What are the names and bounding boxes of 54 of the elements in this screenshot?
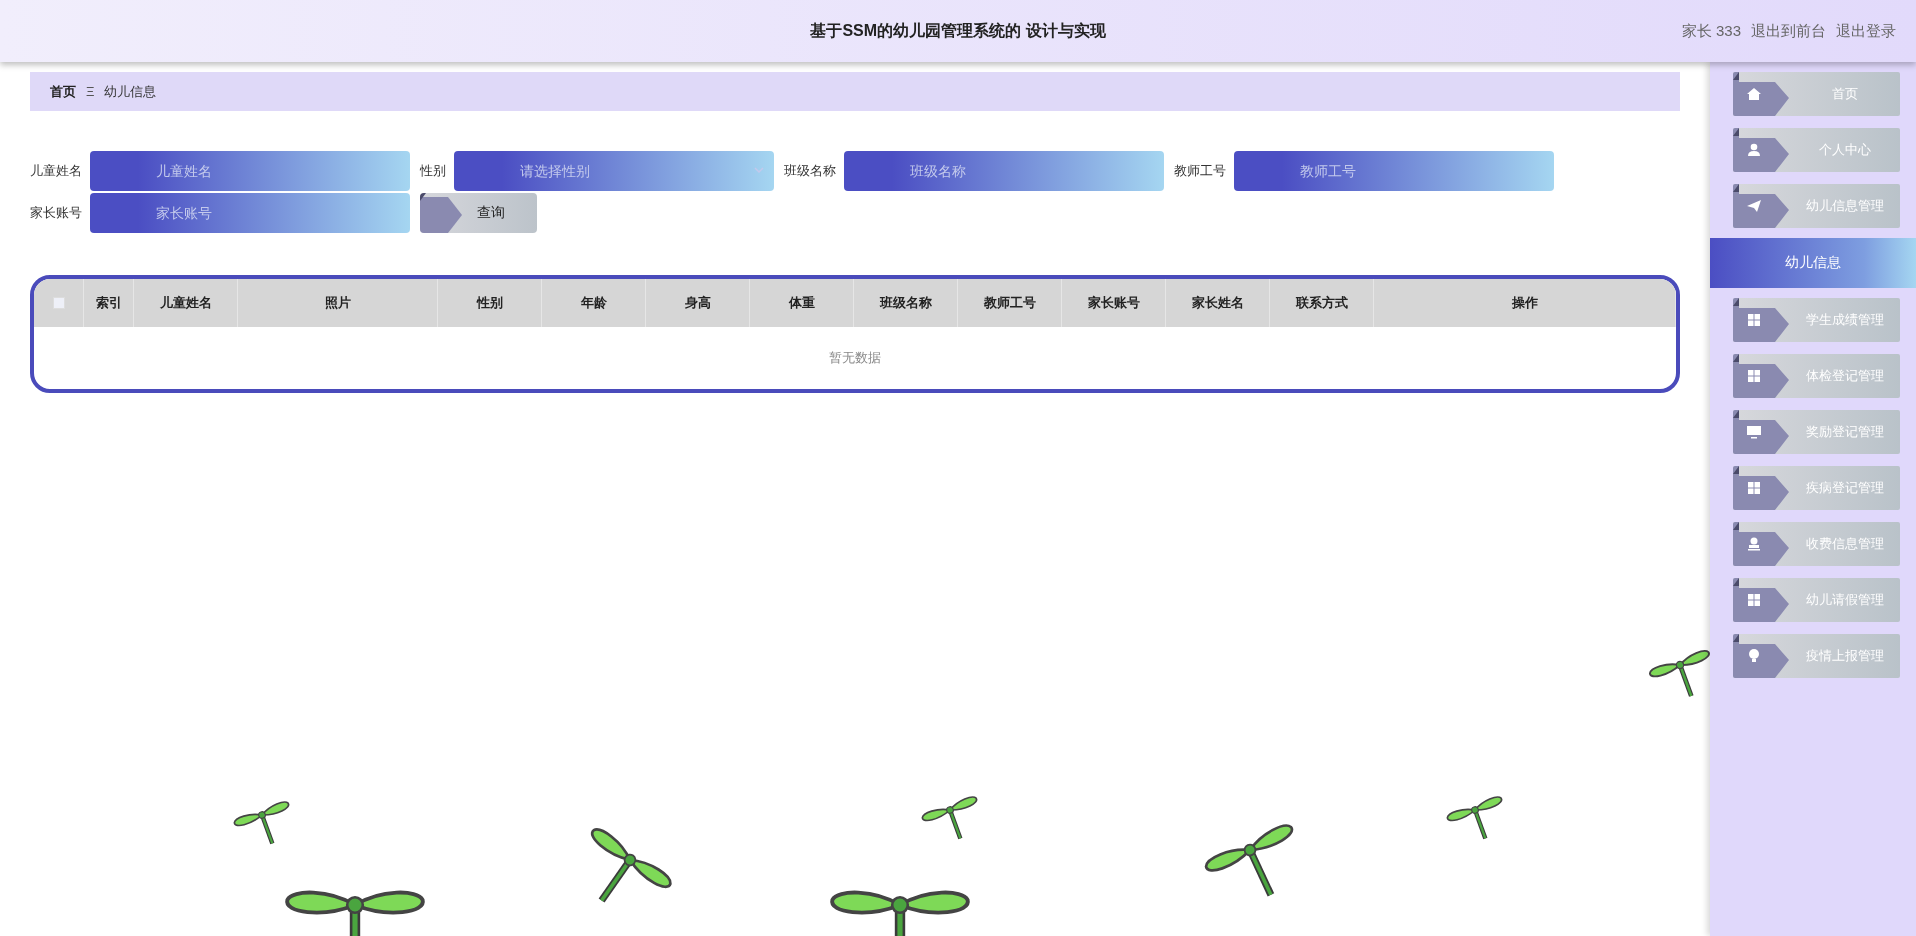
field-label: 家长账号 [30,204,82,222]
column-header: 体重 [750,279,854,327]
grid-icon [1746,592,1762,608]
column-header: 家长账号 [1062,279,1166,327]
column-header: 班级名称 [854,279,958,327]
propeller-icon [830,890,970,936]
field-label: 班级名称 [784,162,836,180]
select-all-checkbox[interactable] [52,297,65,309]
propeller-icon [1446,796,1503,840]
propeller-icon [285,890,425,936]
propeller-icon [921,796,978,840]
select-field[interactable]: 请选择性别 [454,151,774,191]
grid-icon [1746,480,1762,496]
sidebar-item[interactable]: 个人中心 [1733,128,1900,172]
stamp-icon [1746,536,1762,552]
propeller-icon [590,828,672,903]
column-header: 照片 [238,279,438,327]
paper-plane-icon [1746,198,1762,214]
app-title: 基于SSM的幼儿园管理系统的 设计与实现 [810,20,1106,41]
field-label: 儿童姓名 [30,162,82,180]
header-link[interactable]: 退出到前台 [1751,21,1826,41]
propeller-icon [1204,824,1294,897]
breadcrumb-separator: Ξ [86,84,95,99]
grid-icon [1746,312,1762,328]
monitor-icon [1746,424,1762,440]
field-label: 教师工号 [1174,162,1226,180]
column-header: 性别 [438,279,542,327]
input-field[interactable]: 儿童姓名 [90,151,410,191]
input-field[interactable]: 班级名称 [844,151,1164,191]
empty-message: 暂无数据 [829,349,881,367]
column-header: 儿童姓名 [134,279,238,327]
column-header: 身高 [646,279,750,327]
column-header: 联系方式 [1270,279,1374,327]
user-icon [1746,142,1762,158]
query-button[interactable]: 查询 [420,193,537,233]
breadcrumb-item: 幼儿信息 [104,82,157,101]
input-field[interactable]: 教师工号 [1234,151,1554,191]
column-header: 年龄 [542,279,646,327]
sidebar-subitem[interactable]: 幼儿信息 [1710,238,1916,288]
column-header: 操作 [1374,279,1676,327]
user-name: 家长 333 [1681,21,1741,41]
lightbulb-icon [1746,648,1762,664]
propeller-icon [1648,650,1710,697]
column-header: 教师工号 [958,279,1062,327]
input-field[interactable]: 家长账号 [90,193,410,233]
caret-icon [754,167,764,174]
grid-icon [1746,368,1762,384]
column-header: 家长姓名 [1166,279,1270,327]
column-header: 索引 [84,279,134,327]
header-link[interactable]: 退出登录 [1836,21,1896,41]
home-icon [1746,86,1762,102]
field-label: 性别 [420,162,446,180]
breadcrumb-item[interactable]: 首页 [50,82,76,101]
propeller-icon [233,801,290,845]
